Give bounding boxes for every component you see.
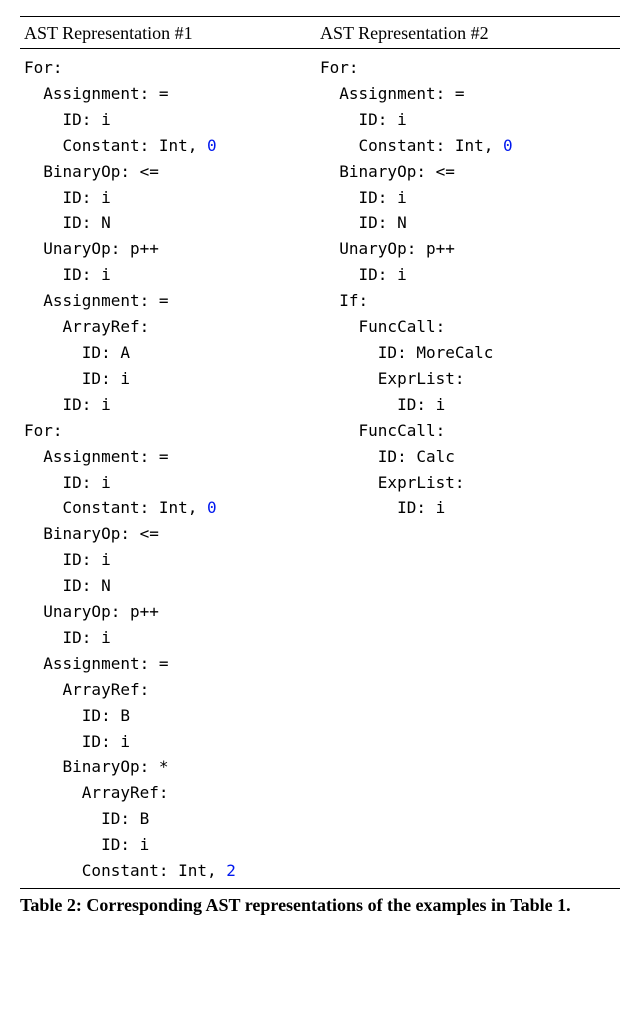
- code-column-right: For: Assignment: = ID: i Constant: Int, …: [320, 55, 616, 521]
- table-body-row: For: Assignment: = ID: i Constant: Int, …: [20, 49, 620, 888]
- header-left: AST Representation #1: [24, 23, 320, 44]
- header-right: AST Representation #2: [320, 23, 616, 44]
- table-container: AST Representation #1 AST Representation…: [20, 16, 620, 917]
- code-column-left: For: Assignment: = ID: i Constant: Int, …: [24, 55, 320, 884]
- table-caption: Table 2: Corresponding AST representatio…: [20, 889, 620, 917]
- table-header-row: AST Representation #1 AST Representation…: [20, 17, 620, 48]
